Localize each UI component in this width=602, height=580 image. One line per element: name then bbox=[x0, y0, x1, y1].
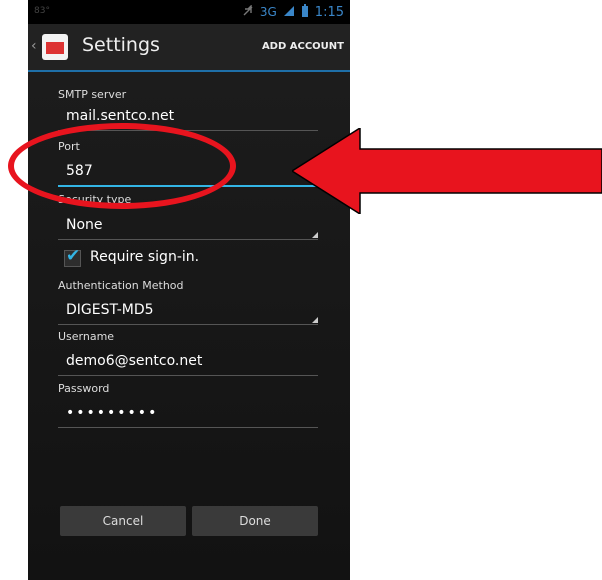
auth-method-underline bbox=[58, 324, 318, 325]
spinner-triangle-icon bbox=[312, 317, 318, 323]
spinner-triangle-icon bbox=[312, 232, 318, 238]
status-icons: 3G 1:15 bbox=[242, 3, 344, 20]
temperature-text: 83° bbox=[34, 6, 50, 16]
mute-icon bbox=[242, 3, 254, 20]
up-caret-icon[interactable]: ‹ bbox=[31, 38, 37, 54]
security-type-underline bbox=[58, 239, 318, 240]
page-title: Settings bbox=[82, 34, 160, 56]
smtp-server-field[interactable]: mail.sentco.net bbox=[66, 108, 174, 124]
annotation-ellipse bbox=[8, 123, 236, 209]
auth-method-label: Authentication Method bbox=[58, 279, 184, 292]
app-email-icon[interactable] bbox=[42, 34, 68, 60]
status-bar: 83° 3G 1:15 bbox=[28, 0, 350, 24]
cancel-button[interactable]: Cancel bbox=[60, 506, 186, 536]
password-underline bbox=[58, 427, 318, 428]
checkmark-icon: ✔ bbox=[66, 246, 81, 266]
username-underline bbox=[58, 375, 318, 376]
security-type-spinner[interactable]: None bbox=[66, 217, 103, 233]
annotation-arrow-icon bbox=[292, 128, 602, 214]
require-signin-checkbox[interactable]: ✔ bbox=[64, 246, 81, 267]
phone-screen: 83° 3G 1:15 ‹ Settings ADD ACCOUNT SMTP … bbox=[28, 0, 350, 580]
auth-method-spinner[interactable]: DIGEST-MD5 bbox=[66, 302, 154, 318]
signal-icon bbox=[283, 5, 295, 20]
require-signin-label: Require sign-in. bbox=[90, 249, 200, 265]
password-label: Password bbox=[58, 382, 110, 395]
password-field[interactable]: ••••••••• bbox=[66, 405, 158, 421]
add-account-button[interactable]: ADD ACCOUNT bbox=[262, 41, 344, 52]
network-3g-label: 3G bbox=[259, 5, 277, 19]
done-button[interactable]: Done bbox=[192, 506, 318, 536]
clock: 1:15 bbox=[314, 4, 344, 20]
action-bar: ‹ Settings ADD ACCOUNT bbox=[28, 24, 350, 72]
username-field[interactable]: demo6@sentco.net bbox=[66, 353, 202, 369]
battery-icon bbox=[301, 4, 309, 20]
smtp-server-label: SMTP server bbox=[58, 88, 127, 101]
username-label: Username bbox=[58, 330, 115, 343]
